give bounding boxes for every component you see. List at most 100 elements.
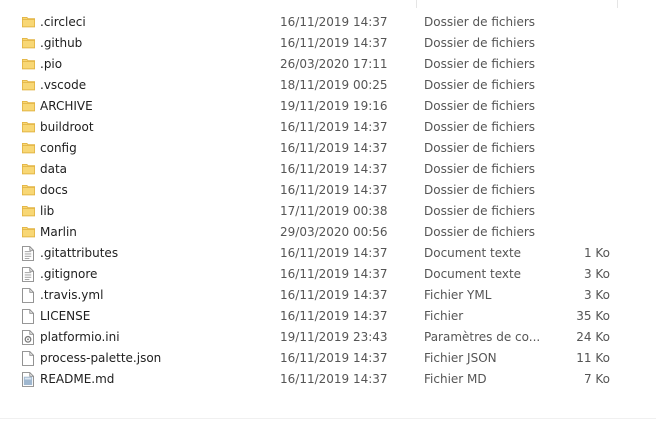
file-type: Paramètres de co... (424, 330, 541, 344)
folder-icon (20, 96, 36, 117)
file-size (556, 222, 610, 243)
file-type: Document texte (424, 267, 522, 281)
file-size (556, 75, 610, 96)
file-date-modified: 16/11/2019 14:37 (280, 288, 388, 302)
list-item[interactable]: data 16/11/2019 14:37 Dossier de fichiers (0, 159, 620, 180)
file-type: Dossier de fichiers (424, 183, 536, 197)
file-type: Dossier de fichiers (424, 120, 536, 134)
file-size (556, 12, 610, 33)
file-type: Fichier JSON (424, 351, 497, 365)
folder-icon (20, 222, 36, 243)
list-item[interactable]: LICENSE 16/11/2019 14:37 Fichier 35 Ko (0, 306, 620, 327)
list-item[interactable]: .circleci 16/11/2019 14:37 Dossier de fich… (0, 12, 620, 33)
file-type: Document texte (424, 246, 522, 260)
file-date-modified: 16/11/2019 14:37 (280, 36, 388, 50)
list-item[interactable]: .pio 26/03/2020 17:11 Dossier de fichiers (0, 54, 620, 75)
list-item[interactable]: process-palette.json 16/11/2019 14:37 Fich… (0, 348, 620, 369)
file-type: Fichier (424, 309, 464, 323)
file-date-modified: 16/11/2019 14:37 (280, 183, 388, 197)
file-size (556, 96, 610, 117)
file-size: 3 Ko (583, 288, 610, 302)
file-date-modified: 19/11/2019 23:43 (280, 330, 388, 344)
file-name: config (40, 141, 77, 155)
settings-file-icon (20, 327, 36, 348)
file-name: .github (40, 36, 83, 50)
file-name: LICENSE (40, 309, 91, 323)
file-name: .gitattributes (40, 246, 119, 260)
file-name: buildroot (40, 120, 94, 134)
file-date-modified: 16/11/2019 14:37 (280, 162, 388, 176)
list-item[interactable]: README.md 16/11/2019 14:37 Fichier MD 7 Ko (0, 369, 620, 390)
file-type: Dossier de fichiers (424, 36, 536, 50)
folder-icon (20, 117, 36, 138)
file-name: platformio.ini (40, 330, 120, 344)
folder-icon (20, 138, 36, 159)
file-type: Dossier de fichiers (424, 225, 536, 239)
file-name: .circleci (40, 15, 86, 29)
file-date-modified: 19/11/2019 19:16 (280, 99, 388, 113)
folder-icon (20, 201, 36, 222)
file-type: Dossier de fichiers (424, 204, 536, 218)
file-size (556, 117, 610, 138)
file-size (556, 33, 610, 54)
folder-icon (20, 180, 36, 201)
file-name: Marlin (40, 225, 77, 239)
file-size (556, 138, 610, 159)
file-date-modified: 29/03/2020 00:56 (280, 225, 388, 239)
file-type: Dossier de fichiers (424, 162, 536, 176)
file-name: process-palette.json (40, 351, 162, 365)
file-name: .pio (40, 57, 63, 71)
file-type: Dossier de fichiers (424, 15, 536, 29)
file-name: .gitignore (40, 267, 98, 281)
file-date-modified: 18/11/2019 00:25 (280, 78, 388, 92)
folder-icon (20, 75, 36, 96)
file-date-modified: 16/11/2019 14:37 (280, 351, 388, 365)
column-header-divider (617, 0, 618, 8)
file-name: ARCHIVE (40, 99, 93, 113)
folder-icon (20, 12, 36, 33)
list-item[interactable]: platformio.ini 19/11/2019 23:43 Paramètres… (0, 327, 620, 348)
file-date-modified: 16/11/2019 14:37 (280, 267, 388, 281)
file-size (556, 201, 610, 222)
list-item[interactable]: .gitignore 16/11/2019 14:37 Document texte… (0, 264, 620, 285)
file-type: Fichier MD (424, 372, 487, 386)
file-name: .travis.yml (40, 288, 104, 302)
list-item[interactable]: config 16/11/2019 14:37 Dossier de fichier… (0, 138, 620, 159)
list-item[interactable]: buildroot 16/11/2019 14:37 Dossier de fich… (0, 117, 620, 138)
file-date-modified: 16/11/2019 14:37 (280, 15, 388, 29)
file-size: 11 Ko (576, 351, 610, 365)
list-item[interactable]: .github 16/11/2019 14:37 Dossier de fichie… (0, 33, 620, 54)
file-name: data (40, 162, 68, 176)
markdown-file-icon (20, 369, 36, 390)
folder-icon (20, 54, 36, 75)
file-date-modified: 17/11/2019 00:38 (280, 204, 388, 218)
file-size: 1 Ko (583, 246, 610, 260)
list-item[interactable]: .travis.yml 16/11/2019 14:37 Fichier YML 3 … (0, 285, 620, 306)
file-date-modified: 16/11/2019 14:37 (280, 246, 388, 260)
list-item[interactable]: .vscode 18/11/2019 00:25 Dossier de fichie… (0, 75, 620, 96)
file-type: Dossier de fichiers (424, 78, 536, 92)
file-date-modified: 26/03/2020 17:11 (280, 57, 388, 71)
file-date-modified: 16/11/2019 14:37 (280, 372, 388, 386)
list-item[interactable]: Marlin 29/03/2020 00:56 Dossier de fichier… (0, 222, 620, 243)
text-file-icon (20, 243, 36, 264)
list-item[interactable]: .gitattributes 16/11/2019 14:37 Document t… (0, 243, 620, 264)
list-item[interactable]: ARCHIVE 19/11/2019 19:16 Dossier de fichie… (0, 96, 620, 117)
column-header-divider (416, 0, 417, 8)
blank-file-icon (20, 306, 36, 327)
file-list: .circleci 16/11/2019 14:37 Dossier de fich… (0, 12, 620, 390)
folder-icon (20, 33, 36, 54)
file-name: .vscode (40, 78, 87, 92)
blank-file-icon (20, 285, 36, 306)
file-date-modified: 16/11/2019 14:37 (280, 120, 388, 134)
list-item[interactable]: docs 16/11/2019 14:37 Dossier de fichiers (0, 180, 620, 201)
blank-file-icon (20, 348, 36, 369)
file-size: 3 Ko (583, 267, 610, 281)
file-date-modified: 16/11/2019 14:37 (280, 141, 388, 155)
file-size (556, 54, 610, 75)
file-size: 35 Ko (576, 309, 610, 323)
file-name: docs (40, 183, 68, 197)
list-item[interactable]: lib 17/11/2019 00:38 Dossier de fichiers (0, 201, 620, 222)
file-name: README.md (40, 372, 115, 386)
file-type: Dossier de fichiers (424, 141, 536, 155)
